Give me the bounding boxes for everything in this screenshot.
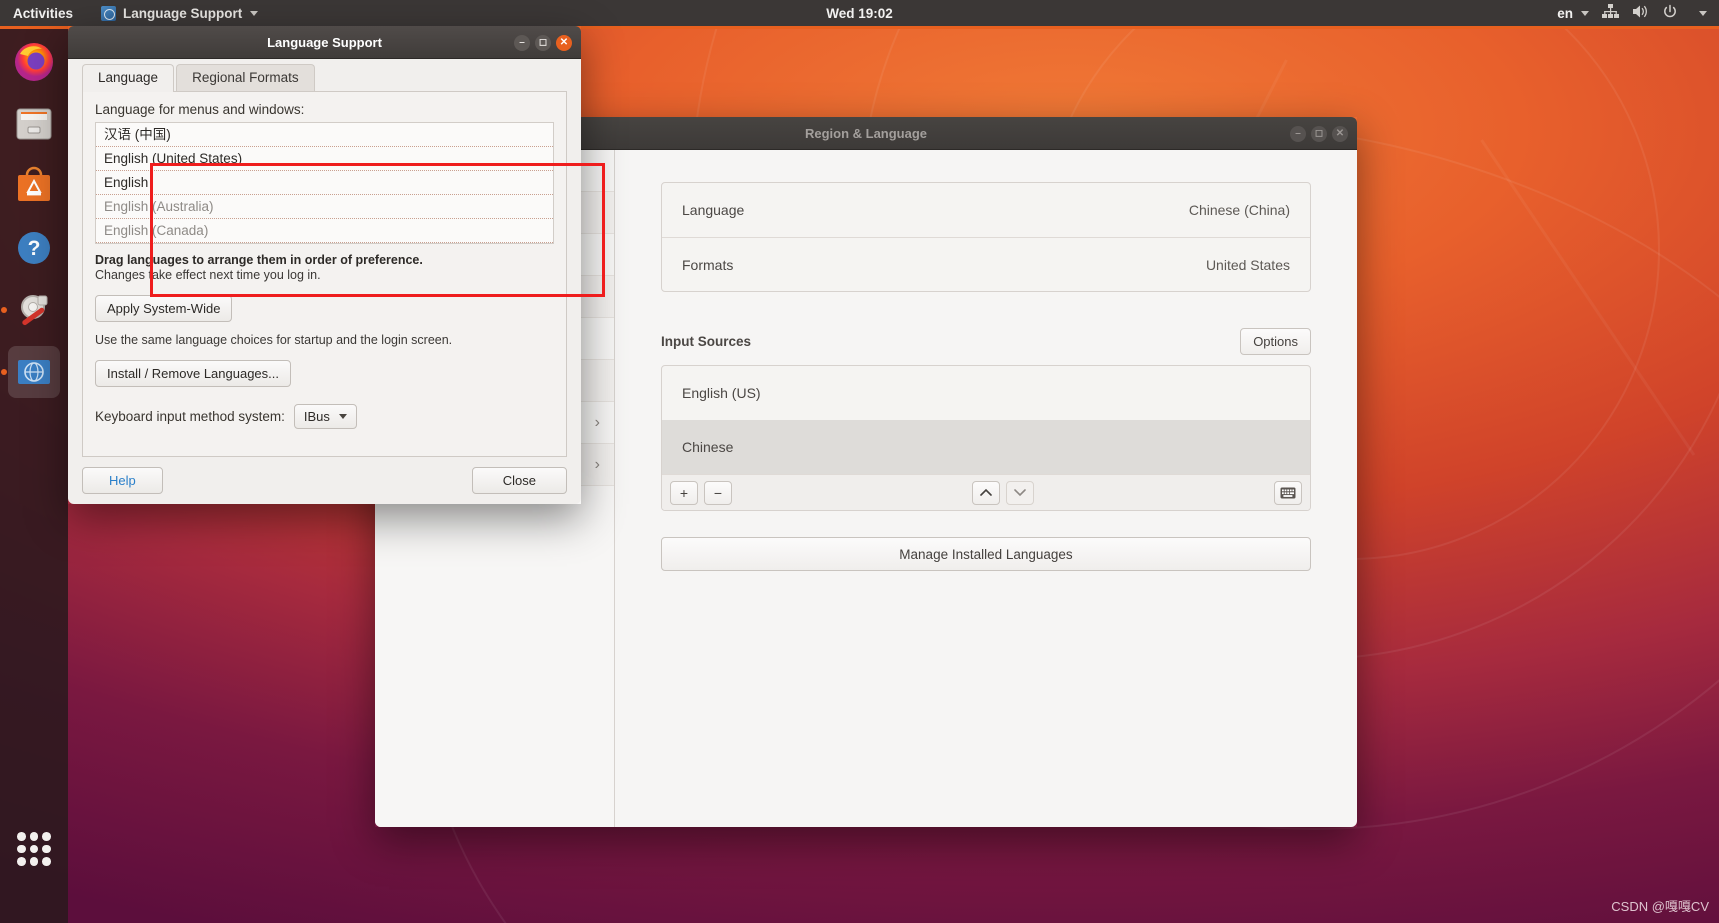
- input-source-row[interactable]: English (US): [662, 366, 1310, 420]
- dock-item-firefox[interactable]: [8, 36, 60, 88]
- language-support-title: Language Support: [267, 34, 382, 50]
- window-controls: – ◻ ✕: [1290, 117, 1348, 150]
- language-support-window: Language Support – ◻ ✕ Language Regional…: [68, 26, 605, 504]
- changes-hint: Changes take effect next time you log in…: [95, 268, 321, 282]
- running-indicator: [1, 307, 7, 313]
- apply-hint: Use the same language choices for startu…: [95, 333, 453, 347]
- input-sources-header: Input Sources Options: [661, 328, 1311, 355]
- dock-item-language-support[interactable]: [1, 346, 60, 398]
- remove-input-source-button[interactable]: −: [704, 480, 732, 505]
- input-sources-toolbar: + −: [662, 474, 1310, 510]
- dock-item-files[interactable]: [8, 98, 60, 150]
- chevron-right-icon: ›: [594, 455, 600, 473]
- status-area: en: [1557, 4, 1707, 23]
- grid-dot: [42, 857, 51, 866]
- region-language-title: Region & Language: [804, 125, 928, 141]
- maximize-icon[interactable]: ◻: [535, 34, 551, 51]
- grid-dot: [17, 844, 26, 854]
- row-language-value: Chinese (China): [1188, 202, 1290, 218]
- show-applications-button[interactable]: [12, 827, 56, 871]
- tab-language[interactable]: Language: [82, 64, 175, 92]
- row-formats-label: Formats: [682, 256, 734, 273]
- row-language-label: Language: [682, 202, 745, 218]
- input-method-dropdown[interactable]: IBus: [293, 404, 357, 429]
- grid-dot: [29, 857, 39, 866]
- close-icon[interactable]: ✕: [556, 34, 572, 51]
- dock: ?: [0, 26, 68, 923]
- grid-dot: [29, 832, 39, 841]
- language-list-item[interactable]: English (Canada): [96, 219, 553, 243]
- input-source-row[interactable]: Chinese: [662, 420, 1310, 474]
- top-bar: Activities Language Support Wed 19:02 en: [0, 0, 1719, 29]
- chevron-right-icon: ›: [594, 413, 600, 431]
- language-list-item[interactable]: 汉语 (中国): [96, 123, 553, 147]
- row-formats[interactable]: Formats United States: [662, 237, 1310, 291]
- row-language[interactable]: Language Chinese (China): [662, 183, 1310, 237]
- input-sources-card: English (US) Chinese + −: [661, 365, 1311, 511]
- minimize-icon[interactable]: –: [1290, 125, 1306, 142]
- dialog-footer: Help Close: [82, 467, 567, 494]
- apply-system-wide-button[interactable]: Apply System-Wide: [95, 295, 233, 322]
- keyboard-icon[interactable]: [1274, 480, 1302, 505]
- grid-dot: [17, 857, 26, 866]
- app-menu-button[interactable]: Language Support: [101, 5, 259, 21]
- help-button[interactable]: Help: [82, 467, 163, 494]
- input-method-label: Keyboard input method system:: [95, 409, 285, 424]
- manage-installed-languages-button[interactable]: Manage Installed Languages: [661, 537, 1311, 571]
- chevron-down-icon[interactable]: [1699, 10, 1707, 16]
- app-menu-label: Language Support: [123, 5, 243, 21]
- language-support-icon: [101, 5, 117, 21]
- grid-dot: [42, 832, 51, 841]
- grid-dot: [29, 844, 39, 854]
- language-list-item[interactable]: English: [96, 171, 553, 195]
- close-button[interactable]: Close: [471, 467, 567, 494]
- input-method-value: IBus: [303, 409, 330, 424]
- grid-dot: [17, 832, 26, 841]
- row-formats-value: United States: [1205, 256, 1290, 273]
- volume-icon[interactable]: [1632, 4, 1649, 22]
- language-list-item[interactable]: English (United States): [96, 147, 553, 171]
- close-icon[interactable]: ✕: [1332, 125, 1348, 142]
- dock-item-help[interactable]: ?: [8, 222, 60, 274]
- network-icon[interactable]: [1602, 4, 1619, 22]
- activities-button[interactable]: Activities: [13, 6, 73, 21]
- window-controls: – ◻ ✕: [514, 26, 572, 59]
- chevron-down-icon: [338, 414, 347, 419]
- chevron-down-icon: [1581, 10, 1589, 16]
- grid-dot: [42, 844, 51, 854]
- watermark: CSDN @嘎嘎CV: [1611, 899, 1709, 914]
- language-panel: Language for menus and windows: 汉语 (中国) …: [82, 92, 567, 457]
- move-up-button[interactable]: [972, 480, 1000, 505]
- svg-text:?: ?: [28, 237, 41, 260]
- region-language-content: Language Chinese (China) Formats United …: [615, 150, 1357, 827]
- options-button[interactable]: Options: [1240, 328, 1311, 355]
- language-support-body: Language Regional Formats Language for m…: [68, 59, 605, 504]
- keyboard-layout-indicator[interactable]: en: [1557, 6, 1589, 21]
- tab-regional-formats[interactable]: Regional Formats: [176, 64, 315, 91]
- language-support-titlebar[interactable]: Language Support – ◻ ✕: [68, 26, 581, 59]
- dock-item-software[interactable]: [8, 160, 60, 212]
- clock[interactable]: Wed 19:02: [826, 6, 893, 21]
- add-input-source-button[interactable]: +: [670, 480, 698, 505]
- language-list[interactable]: 汉语 (中国) English (United States) English …: [95, 122, 554, 244]
- dock-item-settings-tools[interactable]: [1, 284, 60, 336]
- move-down-button[interactable]: [1006, 480, 1034, 505]
- running-indicator: [1, 369, 7, 375]
- keyboard-layout-label: en: [1557, 5, 1573, 21]
- install-remove-languages-button[interactable]: Install / Remove Languages...: [95, 360, 291, 387]
- chevron-down-icon: [250, 10, 259, 16]
- language-list-item[interactable]: English (Australia): [96, 195, 553, 219]
- maximize-icon[interactable]: ◻: [1311, 125, 1327, 142]
- language-formats-card: Language Chinese (China) Formats United …: [661, 182, 1311, 292]
- language-list-label: Language for menus and windows:: [95, 102, 305, 117]
- drag-hint: Drag languages to arrange them in order …: [95, 253, 423, 267]
- minimize-icon[interactable]: –: [514, 34, 530, 51]
- input-sources-title: Input Sources: [661, 334, 752, 349]
- power-icon[interactable]: [1662, 4, 1678, 23]
- tab-bar: Language Regional Formats: [82, 59, 567, 92]
